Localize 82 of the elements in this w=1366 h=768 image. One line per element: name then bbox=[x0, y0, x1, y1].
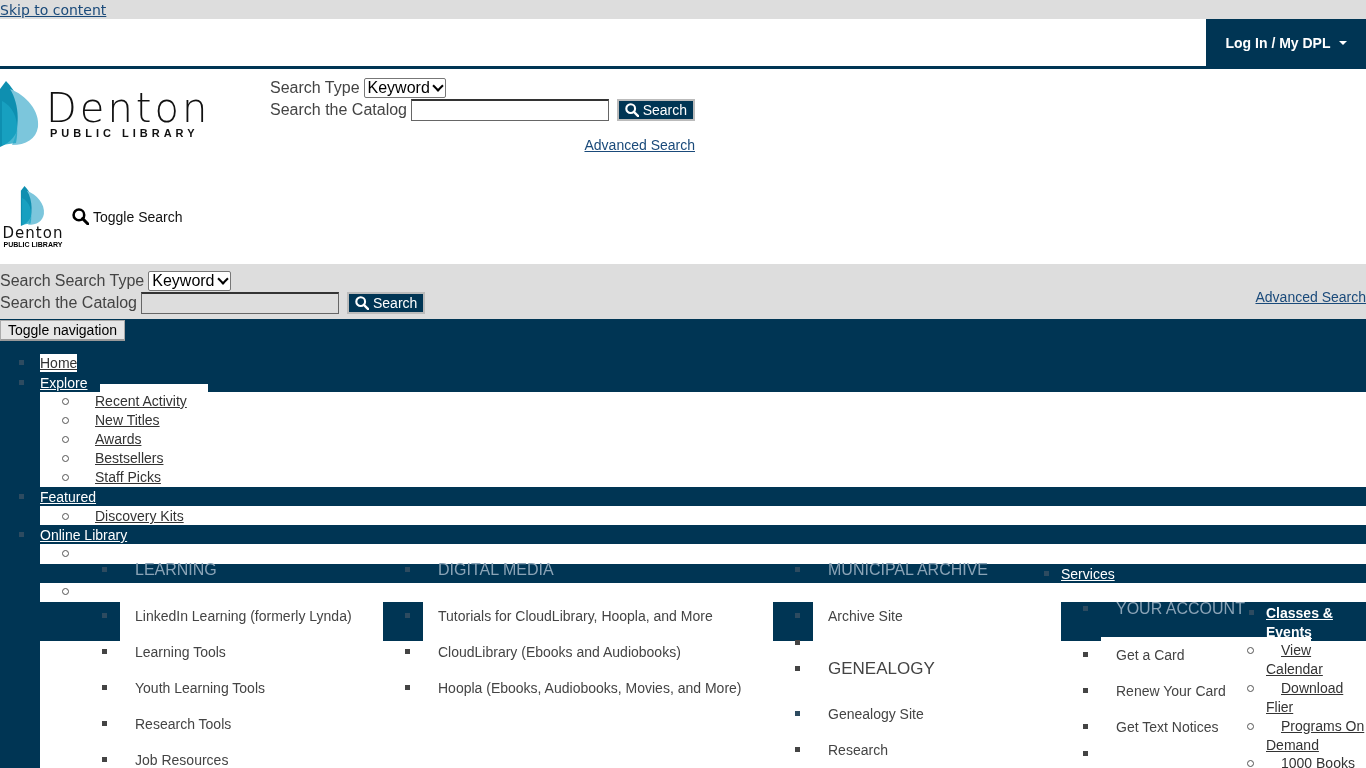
search-icon bbox=[624, 103, 639, 117]
submenu-link[interactable]: Awards bbox=[95, 430, 142, 448]
list-bullet bbox=[1249, 610, 1254, 615]
list-bullet bbox=[19, 380, 24, 385]
search-label: Search bbox=[0, 271, 51, 290]
search-type-label: Search Type bbox=[270, 79, 360, 97]
menu-heading: YOUR ACCOUNT bbox=[1116, 600, 1245, 618]
menu-heading: LEARNING bbox=[135, 561, 217, 579]
logo-name: Denton bbox=[46, 89, 211, 127]
menu-link[interactable]: Learning Tools bbox=[135, 643, 226, 661]
list-bullet bbox=[795, 613, 800, 618]
submenu-link[interactable]: Recent Activity bbox=[95, 392, 187, 410]
logo-name: Denton bbox=[2, 225, 64, 241]
list-bullet bbox=[1083, 688, 1088, 693]
catalog-search-field[interactable] bbox=[141, 291, 339, 314]
search-button[interactable]: Search bbox=[347, 291, 426, 314]
menu-link[interactable]: Job Resources bbox=[135, 751, 229, 768]
search-button[interactable]: Search bbox=[616, 99, 695, 121]
list-bullet bbox=[795, 747, 800, 752]
logo-tagline: PUBLIC LIBRARY bbox=[49, 127, 200, 139]
catalog-label: Search the Catalog bbox=[0, 293, 137, 312]
list-bullet bbox=[795, 666, 800, 671]
list-bullet bbox=[405, 567, 410, 572]
skip-link[interactable]: Skip to content bbox=[0, 1, 107, 18]
list-bullet bbox=[102, 613, 107, 618]
logo-leaf-icon bbox=[0, 81, 40, 147]
submenu-link[interactable]: New Titles bbox=[95, 411, 160, 429]
list-bullet bbox=[795, 711, 800, 716]
menu-link[interactable]: Research Tools bbox=[135, 715, 232, 733]
list-bullet bbox=[1083, 652, 1088, 657]
list-bullet bbox=[795, 640, 800, 645]
list-bullet bbox=[102, 649, 107, 654]
search-icon bbox=[72, 208, 89, 225]
nav-link[interactable]: Explore bbox=[40, 374, 88, 392]
catalog-search-field[interactable] bbox=[411, 99, 609, 121]
menu-link[interactable]: LinkedIn Learning (formerly Lynda) bbox=[135, 607, 352, 625]
menu-link[interactable]: Research bbox=[828, 741, 888, 759]
menu-link[interactable]: Genealogy Site bbox=[828, 705, 924, 723]
menu-heading: GENEALOGY bbox=[828, 660, 935, 678]
menu-link[interactable]: Archive Site bbox=[828, 607, 903, 625]
list-bullet bbox=[19, 360, 24, 365]
advanced-search-link[interactable]: Advanced Search bbox=[584, 137, 695, 153]
advanced-search-link[interactable]: Advanced Search bbox=[1255, 289, 1366, 305]
list-bullet bbox=[405, 685, 410, 690]
nav-link[interactable]: Services bbox=[1061, 565, 1115, 583]
search-type-label: Search Type bbox=[54, 271, 145, 290]
menu-heading: MUNICIPAL ARCHIVE bbox=[828, 561, 989, 579]
menu-link[interactable]: Renew Your Card bbox=[1116, 682, 1226, 700]
toggle-search-button[interactable]: Toggle Search bbox=[72, 208, 183, 225]
search-type-select[interactable]: Keyword bbox=[148, 270, 231, 291]
list-bullet bbox=[1083, 724, 1088, 729]
menu-heading: DIGITAL MEDIA bbox=[438, 561, 554, 579]
list-bullet bbox=[19, 532, 24, 537]
search-type-select[interactable]: Keyword bbox=[363, 78, 446, 98]
login-button[interactable]: Log In / My DPL bbox=[1206, 19, 1366, 66]
list-bullet bbox=[1044, 571, 1049, 576]
list-bullet bbox=[19, 494, 24, 499]
search-icon bbox=[355, 295, 369, 310]
menu-link[interactable]: Hoopla (Ebooks, Audiobooks, Movies, and More) bbox=[438, 679, 742, 697]
submenu-link[interactable]: Staff Picks bbox=[95, 468, 161, 486]
list-bullet bbox=[1083, 606, 1088, 611]
list-bullet bbox=[102, 567, 107, 572]
menu-link[interactable]: Tutorials for CloudLibrary, Hoopla, and More bbox=[438, 607, 713, 625]
list-bullet bbox=[1083, 751, 1088, 756]
catalog-label: Search the Catalog bbox=[270, 101, 407, 119]
list-bullet bbox=[102, 685, 107, 690]
menu-link[interactable]: Youth Learning Tools bbox=[135, 679, 265, 697]
list-bullet bbox=[405, 649, 410, 654]
submenu-link[interactable]: Discovery Kits bbox=[95, 507, 184, 525]
list-bullet bbox=[102, 757, 107, 762]
list-bullet bbox=[795, 567, 800, 572]
submenu-link[interactable]: Bestsellers bbox=[95, 449, 164, 467]
nav-link[interactable]: Online Library bbox=[40, 526, 128, 544]
menu-link[interactable]: Get a Card bbox=[1116, 646, 1185, 664]
menu-link[interactable]: Get Text Notices bbox=[1116, 718, 1219, 736]
toggle-navigation-button[interactable]: Toggle navigation bbox=[0, 320, 125, 341]
nav-link[interactable]: Home bbox=[40, 354, 78, 372]
menu-link[interactable]: CloudLibrary (Ebooks and Audiobooks) bbox=[438, 643, 681, 661]
nav-link[interactable]: Classes & Events bbox=[1266, 604, 1366, 642]
list-bullet bbox=[405, 613, 410, 618]
list-bullet bbox=[102, 721, 107, 726]
nav-link[interactable]: Featured bbox=[40, 488, 97, 506]
